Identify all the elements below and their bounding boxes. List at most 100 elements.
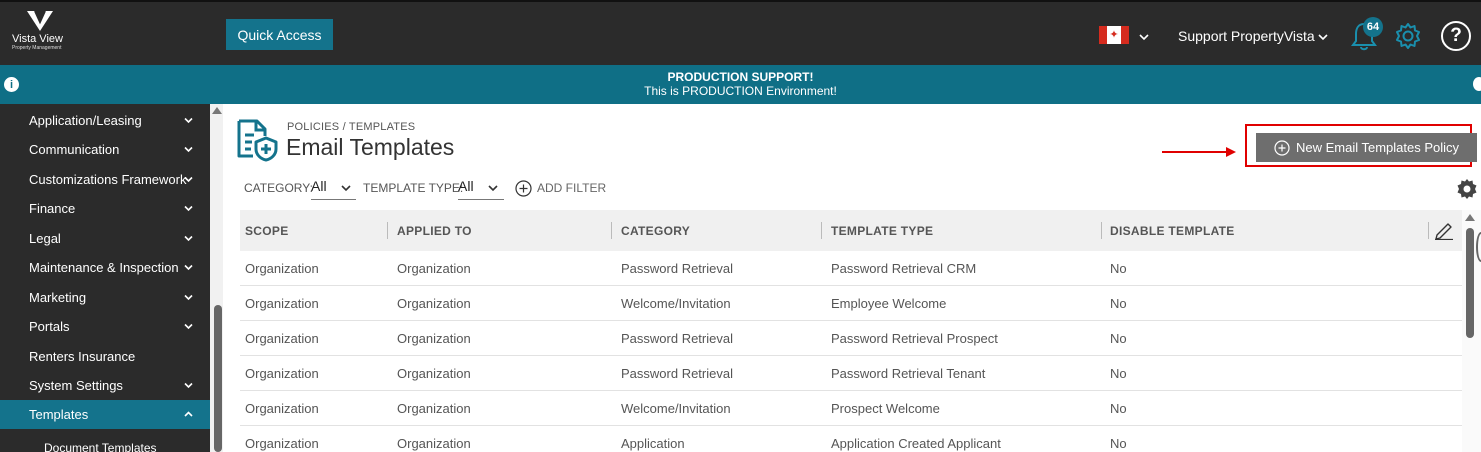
pencil-icon[interactable] [1433,220,1455,240]
cell-applied-to: Organization [397,296,471,311]
sidebar-scrollbar-thumb[interactable] [214,305,222,452]
sidebar-item-renters-insurance[interactable]: Renters Insurance [0,342,210,371]
category-filter-underline [311,199,356,200]
user-menu-chevron-icon[interactable] [1317,31,1329,43]
table-row[interactable]: Organization Organization Password Retri… [240,356,1462,391]
column-header-category[interactable]: CATEGORY [621,210,690,251]
user-name[interactable]: Support PropertyVista [1178,28,1315,44]
cell-template-type: Password Retrieval Prospect [831,331,998,346]
cell-scope: Organization [245,366,319,381]
cell-category: Welcome/Invitation [621,296,731,311]
sidebar-item-system-settings[interactable]: System Settings [0,371,210,400]
sidebar-subitem-label: Document Templates [44,441,157,452]
column-separator[interactable] [387,222,388,239]
info-icon[interactable]: i [4,77,19,92]
column-separator[interactable] [821,222,822,239]
sidebar-item-label: System Settings [29,378,123,393]
sidebar-subitem-document-templates[interactable]: Document Templates [0,436,210,452]
cell-scope: Organization [245,261,319,276]
add-circle-icon [1274,139,1290,156]
sidebar-item-label: Portals [29,319,70,334]
column-separator[interactable] [1428,222,1429,239]
help-icon[interactable]: ? [1441,21,1471,51]
cell-template-type: Password Retrieval CRM [831,261,977,276]
table-scrollbar-thumb[interactable] [1466,228,1474,338]
edge-handle[interactable] [1476,232,1481,262]
cell-applied-to: Organization [397,401,471,416]
table-row[interactable]: Organization Organization Welcome/Invita… [240,391,1462,426]
cell-template-type: Password Retrieval Tenant [831,366,986,381]
sidebar-item-maintenance-inspection[interactable]: Maintenance & Inspection [0,253,210,282]
new-email-templates-policy-button[interactable]: New Email Templates Policy [1256,133,1477,162]
cell-scope: Organization [245,401,319,416]
column-separator[interactable] [1101,222,1102,239]
sidebar-item-label: Renters Insurance [29,349,136,364]
chevron-down-icon [184,235,193,242]
column-header-applied-to[interactable]: APPLIED TO [397,210,472,251]
banner-edge-circle [1473,77,1481,91]
category-chevron-down-icon[interactable] [340,182,352,194]
template-type-chevron-down-icon[interactable] [487,182,499,194]
column-header-scope[interactable]: SCOPE [245,210,289,251]
sidebar-item-label: Finance [29,201,76,216]
category-filter-value[interactable]: All [311,178,327,194]
sidebar-item-label: Maintenance & Inspection [29,260,179,275]
sidebar-item-marketing[interactable]: Marketing [0,283,210,312]
cell-category: Password Retrieval [621,366,733,381]
table-row[interactable]: Organization Organization Welcome/Invita… [240,286,1462,321]
chevron-down-icon [184,264,193,271]
sidebar-item-label: Templates [29,407,89,422]
production-banner: i PRODUCTION SUPPORT! This is PRODUCTION… [0,65,1481,104]
chevron-down-icon [184,323,193,330]
cell-template-type: Application Created Applicant [831,436,1001,451]
template-type-filter-label: TEMPLATE TYPE: [363,181,464,195]
table-row[interactable]: Organization Organization Password Retri… [240,321,1462,356]
sidebar-item-communication[interactable]: Communication [0,135,210,164]
new-button-label: New Email Templates Policy [1295,140,1460,155]
vista-view-logo[interactable]: Vista View Property Management [12,10,82,58]
page-title: Email Templates [286,134,455,160]
add-filter-button[interactable]: ADD FILTER [515,179,606,197]
sidebar-item-customizations-framework[interactable]: Customizations Framework [0,165,210,194]
cell-applied-to: Organization [397,366,471,381]
scroll-up-arrow-icon[interactable] [1465,214,1475,221]
sidebar-item-label: Application/Leasing [29,113,142,128]
table-row[interactable]: Organization Organization Password Retri… [240,251,1462,286]
cell-disable-template: No [1110,331,1127,346]
cell-disable-template: No [1110,296,1127,311]
sidebar-item-label: Communication [29,142,120,157]
sidebar-item-templates[interactable]: Templates [0,400,210,429]
scroll-up-arrow-icon[interactable] [212,107,222,114]
sidebar-item-finance[interactable]: Finance [0,194,210,223]
chevron-down-icon[interactable] [1138,31,1150,43]
notification-badge[interactable]: 64 [1363,17,1383,37]
sidebar-item-portals[interactable]: Portals [0,312,210,341]
sidebar-item-application-leasing[interactable]: Application/Leasing [0,106,210,135]
sidebar: Application/Leasing Communication Custom… [0,104,210,452]
cell-template-type: Employee Welcome [831,296,947,311]
sidebar-item-legal[interactable]: Legal [0,224,210,253]
sidebar-item-label: Marketing [29,290,87,305]
template-type-filter-value[interactable]: All [458,178,474,194]
breadcrumb[interactable]: POLICIES / TEMPLATES [287,121,415,133]
sidebar-item-label: Customizations Framework [29,172,187,187]
cell-applied-to: Organization [397,331,471,346]
gear-icon[interactable] [1394,22,1422,50]
column-separator[interactable] [611,222,612,239]
add-circle-icon [515,179,532,197]
banner-message: This is PRODUCTION Environment! [644,84,837,98]
cell-applied-to: Organization [397,261,471,276]
chevron-down-icon [184,176,193,183]
sidebar-item-label: Legal [29,231,61,246]
cell-template-type: Prospect Welcome [831,401,940,416]
logo-brand: Vista View [12,33,63,45]
cell-disable-template: No [1110,366,1127,381]
settings-gear-icon[interactable] [1456,178,1478,200]
annotation-arrow-icon [1162,147,1236,157]
table-row[interactable]: Organization Organization Application Ap… [240,426,1462,452]
column-header-disable-template[interactable]: DISABLE TEMPLATE [1110,210,1235,251]
column-header-template-type[interactable]: TEMPLATE TYPE [831,210,933,251]
quick-access-button[interactable]: Quick Access [226,19,333,50]
canada-flag-icon[interactable]: ✦ [1099,26,1129,44]
cell-category: Password Retrieval [621,261,733,276]
